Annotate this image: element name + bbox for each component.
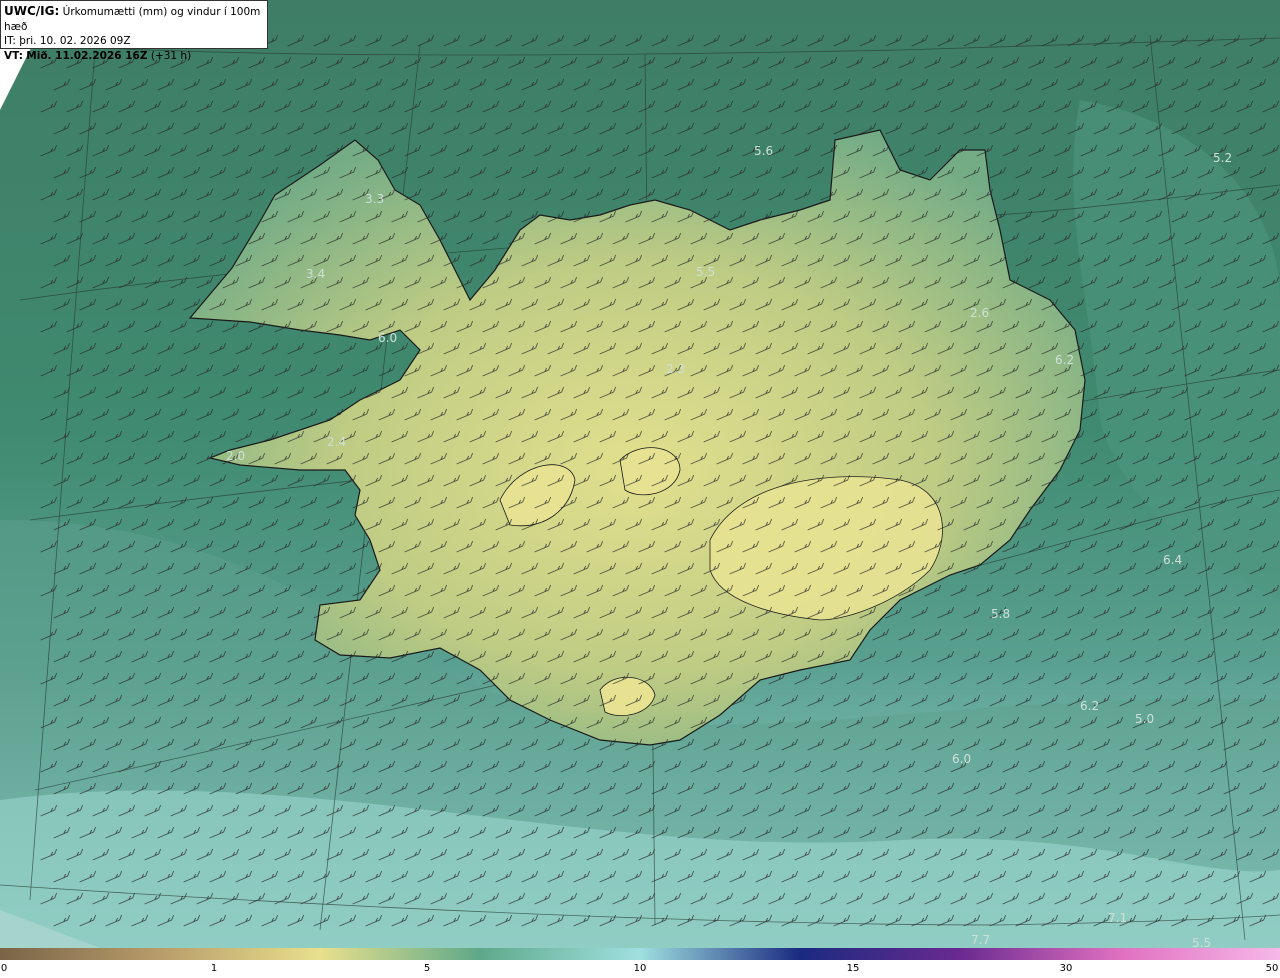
value-label: 5.5 [696, 265, 715, 279]
value-label: 6.2 [1080, 699, 1099, 713]
colorbar-tick: 10 [633, 963, 647, 974]
precipitation-wind-map: 5.6 5.2 3.3 3.4 5.5 2.6 6.0 6.2 2.3 2.4 … [0, 0, 1280, 948]
title-line: UWC/IG: Úrkomumætti (mm) og vindur í 100… [4, 4, 264, 34]
value-label: 2.4 [327, 435, 346, 449]
colorbar-tick: 50 [1265, 963, 1279, 974]
init-time-value: þri. 10. 02. 2026 09Z [19, 35, 131, 47]
product-code: UWC/IG: [4, 4, 60, 18]
value-label: 5.5 [1192, 936, 1211, 948]
init-time-line: IT: þri. 10. 02. 2026 09Z [4, 34, 264, 49]
value-label: 5.6 [754, 144, 773, 158]
colorbar-tick: 5 [423, 963, 431, 974]
colorbar-tick: 30 [1059, 963, 1073, 974]
value-label: 3.3 [365, 192, 384, 206]
colorbar-tick: 0 [0, 963, 8, 974]
map-info-box: UWC/IG: Úrkomumætti (mm) og vindur í 100… [0, 0, 268, 62]
colorbar-tick: 15 [846, 963, 860, 974]
value-label: 2.3 [666, 362, 685, 376]
value-label: 3.4 [306, 267, 325, 281]
value-label: 6.0 [952, 752, 971, 766]
valid-time-label: VT: [4, 49, 23, 62]
valid-time-value: Mið. 11.02.2026 16Z [26, 49, 148, 62]
valid-time-offset: (+31 h) [150, 49, 192, 62]
value-label: 5.0 [1135, 712, 1154, 726]
colorbar-tick: 1 [210, 963, 218, 974]
value-label: 7.1 [1108, 911, 1127, 925]
value-label: 5.8 [991, 607, 1010, 621]
value-label: 6.4 [1163, 553, 1182, 567]
valid-time-line: VT: Mið. 11.02.2026 16Z (+31 h) [4, 49, 264, 64]
value-label: 5.2 [1213, 151, 1232, 165]
value-label: 6.2 [1055, 353, 1074, 367]
value-label: 6.0 [378, 331, 397, 345]
value-label: 2.6 [970, 306, 989, 320]
value-label: 2.0 [226, 449, 245, 463]
value-label: 7.7 [971, 933, 990, 947]
precipitation-colorbar [0, 948, 1280, 960]
colorbar-ticks: 0 1 5 10 15 30 50 [0, 960, 1280, 978]
init-time-label: IT: [4, 35, 16, 47]
